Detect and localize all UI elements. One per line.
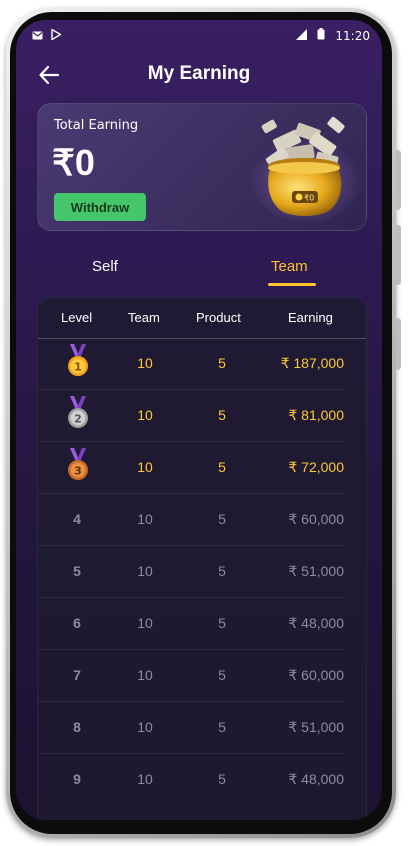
tab-team[interactable]: Team xyxy=(271,258,308,275)
column-header-product: Product xyxy=(196,310,241,325)
table-row: 8 10 5 ₹ 51,000 xyxy=(38,702,366,754)
total-earning-amount: ₹0 xyxy=(52,142,95,183)
medal-rank-text: 3 xyxy=(74,465,82,478)
cell-earning: ₹ 72,000 xyxy=(288,459,344,475)
total-earning-card: Total Earning ₹0 Withdraw ₹0 xyxy=(37,103,367,231)
withdraw-button[interactable]: Withdraw xyxy=(54,193,146,221)
gold-medal-icon: 1 xyxy=(66,344,90,378)
medal-rank-text: 2 xyxy=(74,413,82,426)
cell-team: 10 xyxy=(137,407,153,423)
volume-down-button xyxy=(396,225,401,285)
cell-product: 5 xyxy=(218,771,226,787)
cell-earning: ₹ 187,000 xyxy=(280,355,344,371)
cell-team: 10 xyxy=(137,667,153,683)
cell-level: 8 xyxy=(73,719,81,735)
cell-level: 4 xyxy=(73,511,81,527)
table-row: 9 10 5 ₹ 48,000 xyxy=(38,754,366,806)
column-header-level: Level xyxy=(61,310,93,325)
app-screen: 11:20 My Earning Total Earning ₹0 Withdr… xyxy=(16,20,382,820)
cell-product: 5 xyxy=(218,459,226,475)
cell-team: 10 xyxy=(137,771,153,787)
cell-team: 10 xyxy=(137,563,153,579)
cell-level: 7 xyxy=(73,667,81,683)
status-time: 11:20 xyxy=(335,28,370,43)
cell-team: 10 xyxy=(137,355,153,371)
cell-team: 10 xyxy=(137,459,153,475)
mail-icon xyxy=(32,29,43,43)
cell-product: 5 xyxy=(218,563,226,579)
column-header-earning: Earning xyxy=(288,310,333,325)
tab-self[interactable]: Self xyxy=(92,258,118,275)
cell-team: 10 xyxy=(137,615,153,631)
cell-product: 5 xyxy=(218,355,226,371)
active-tab-indicator xyxy=(268,283,316,286)
volume-up-button xyxy=(396,150,401,210)
cell-earning: ₹ 48,000 xyxy=(288,771,344,787)
earning-tabs: Self Team xyxy=(16,252,382,292)
silver-medal-icon: 2 xyxy=(66,396,90,430)
cell-earning: ₹ 60,000 xyxy=(288,667,344,683)
table-row: 5 10 5 ₹ 51,000 xyxy=(38,546,366,598)
cell-level: 5 xyxy=(73,563,81,579)
money-pot-icon: ₹0 xyxy=(244,116,362,224)
cell-earning: ₹ 51,000 xyxy=(288,563,344,579)
table-row: 3 10 5 ₹ 72,000 xyxy=(38,442,366,494)
power-button xyxy=(396,318,401,370)
table-row: 7 10 5 ₹ 60,000 xyxy=(38,650,366,702)
battery-icon xyxy=(317,28,325,43)
cell-level: 6 xyxy=(73,615,81,631)
table-row: 2 10 5 ₹ 81,000 xyxy=(38,390,366,442)
level-earning-table: Level Team Product Earning 1 10 5 ₹ 187,… xyxy=(37,297,367,820)
signal-icon xyxy=(296,28,308,43)
status-bar: 11:20 xyxy=(16,20,382,52)
cell-product: 5 xyxy=(218,719,226,735)
cell-product: 5 xyxy=(218,615,226,631)
page-title: My Earning xyxy=(147,63,251,84)
table-row: 1 10 5 ₹ 187,000 xyxy=(38,338,366,390)
cell-product: 5 xyxy=(218,407,226,423)
total-earning-label: Total Earning xyxy=(54,118,139,133)
table-row: 6 10 5 ₹ 48,000 xyxy=(38,598,366,650)
medal-rank-text: 1 xyxy=(74,361,82,374)
cell-earning: ₹ 51,000 xyxy=(288,719,344,735)
play-store-icon xyxy=(51,28,62,43)
cell-earning: ₹ 48,000 xyxy=(288,615,344,631)
bronze-medal-icon: 3 xyxy=(66,448,90,482)
pot-tag-text: ₹0 xyxy=(304,194,314,203)
cell-team: 10 xyxy=(137,511,153,527)
cell-level: 9 xyxy=(73,771,81,787)
table-row: 4 10 5 ₹ 60,000 xyxy=(38,494,366,546)
cell-earning: ₹ 60,000 xyxy=(288,511,344,527)
cell-product: 5 xyxy=(218,511,226,527)
app-header: My Earning xyxy=(16,60,382,90)
table-header: Level Team Product Earning xyxy=(38,298,366,339)
cell-product: 5 xyxy=(218,667,226,683)
column-header-team: Team xyxy=(128,310,160,325)
cell-earning: ₹ 81,000 xyxy=(288,407,344,423)
cell-team: 10 xyxy=(137,719,153,735)
